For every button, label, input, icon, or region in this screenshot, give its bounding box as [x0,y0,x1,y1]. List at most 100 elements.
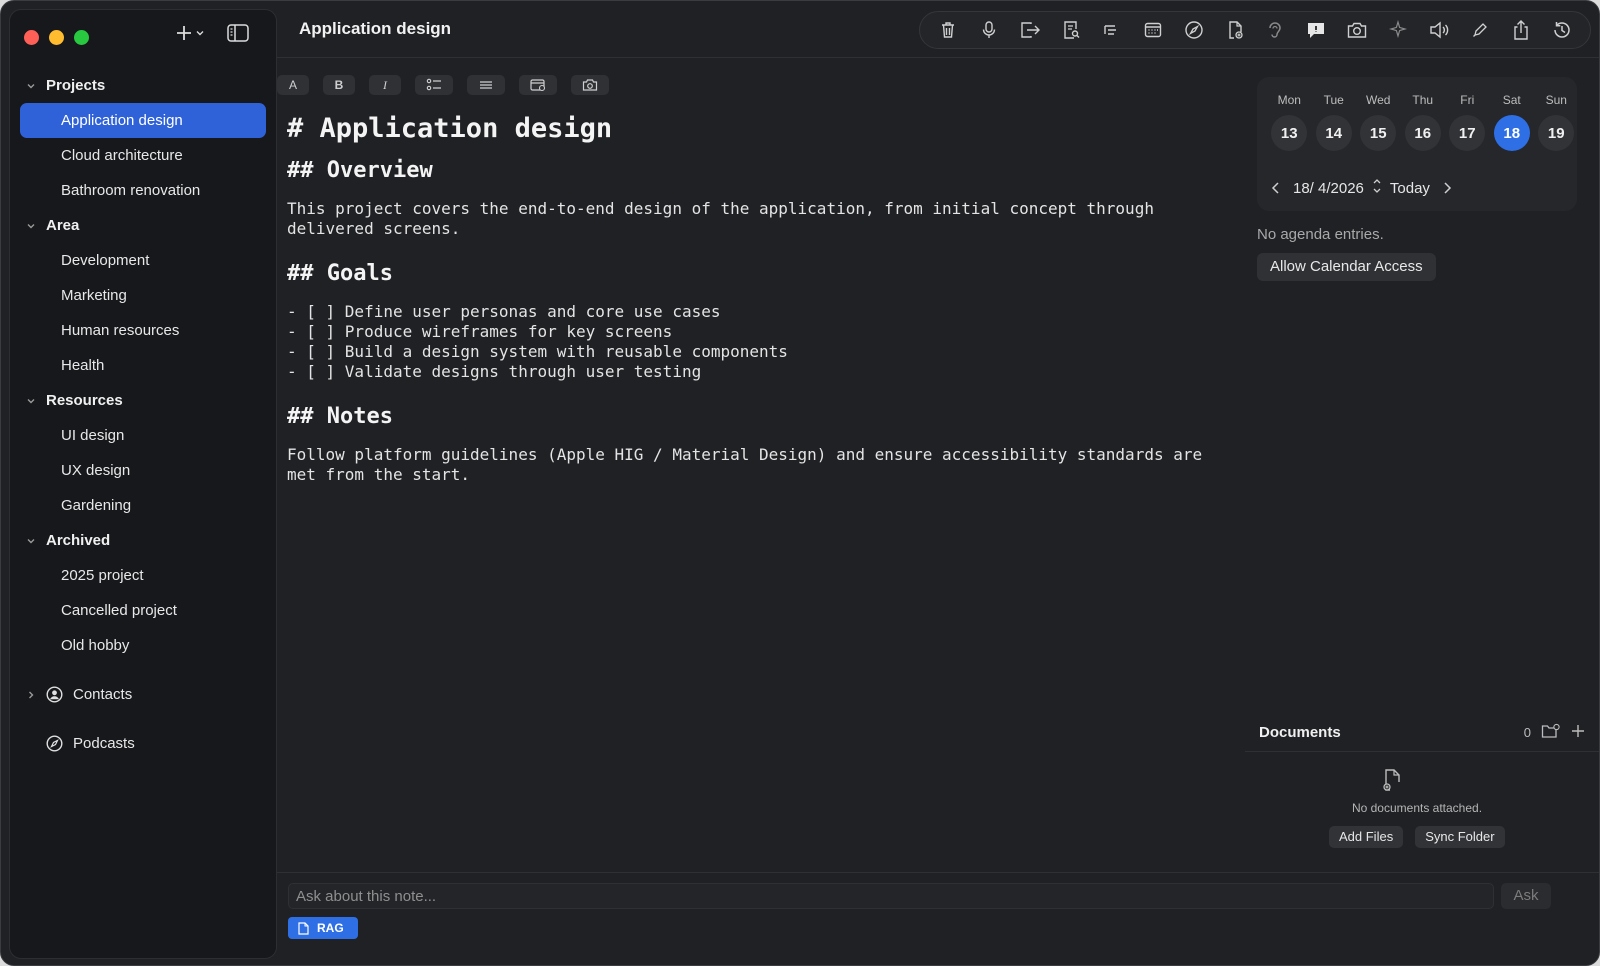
day-date-selected[interactable]: 18 [1493,115,1530,151]
day-tue[interactable]: Tue 14 [1312,93,1357,151]
sidebar-item-development[interactable]: Development [20,243,266,278]
add-document-button[interactable] [1222,17,1248,43]
sidebar-item-podcasts[interactable]: Podcasts [10,726,276,761]
today-button[interactable]: Today [1390,180,1430,197]
camera-icon [582,79,598,91]
no-agenda-text: No agenda entries. [1257,226,1384,243]
day-date[interactable]: 19 [1538,115,1575,151]
format-bar: A B I [277,75,609,95]
day-thu[interactable]: Thu 16 [1401,93,1446,151]
sidebar-item-contacts[interactable]: Contacts [10,677,276,712]
document-search-button[interactable] [1058,17,1084,43]
sync-folder-icon-button[interactable] [1541,723,1561,742]
chat-icon [1308,23,1325,38]
annotate-button[interactable] [1467,17,1493,43]
documents-actions: Add Files Sync Folder [1329,826,1505,848]
day-date[interactable]: 15 [1360,115,1397,151]
day-date[interactable]: 13 [1271,115,1308,151]
navigate-button[interactable] [1181,17,1207,43]
day-sat[interactable]: Sat 18 [1490,93,1535,151]
documents-header: Documents 0 [1259,723,1585,742]
share-button[interactable] [1508,17,1534,43]
allow-calendar-access-button[interactable]: Allow Calendar Access [1257,253,1436,281]
sidebar-item-ux-design[interactable]: UX design [20,453,266,488]
group-archived[interactable]: Archived [10,523,276,558]
export-icon [1021,22,1041,38]
text-style-button[interactable]: A [277,75,309,95]
zoom-window-button[interactable] [74,30,89,45]
italic-button[interactable]: I [369,75,401,95]
sidebar-item-bathroom-renovation[interactable]: Bathroom renovation [20,173,266,208]
previous-day-button[interactable] [1267,181,1285,195]
day-date[interactable]: 16 [1404,115,1441,151]
export-button[interactable] [1017,17,1043,43]
day-fri[interactable]: Fri 17 [1445,93,1490,151]
add-document-plus-button[interactable] [1571,724,1585,741]
outline-button[interactable] [1099,17,1125,43]
sidebar-item-health[interactable]: Health [20,348,266,383]
date-field[interactable]: 18/ 4/2026 [1293,180,1364,197]
new-item-menu-button[interactable] [176,25,205,41]
history-button[interactable] [1549,17,1575,43]
toggle-sidebar-button[interactable] [227,24,249,42]
compass-icon [1184,21,1203,39]
day-name: Sat [1502,93,1521,107]
day-name: Sun [1545,93,1567,107]
folder-sync-icon [1541,723,1560,738]
date-stepper[interactable] [1372,177,1382,199]
calendar-button[interactable] [1140,17,1166,43]
ear-icon [1269,22,1282,38]
sidebar-item-cancelled-project[interactable]: Cancelled project [20,593,266,628]
listen-button[interactable] [1262,17,1288,43]
sidebar-item-old-hobby[interactable]: Old hobby [20,628,266,663]
sidebar-item-gardening[interactable]: Gardening [20,488,266,523]
day-date[interactable]: 17 [1449,115,1486,151]
person-circle-icon [46,686,63,703]
window-controls [24,30,89,45]
stepper-icon [1373,179,1381,193]
sidebar-item-human-resources[interactable]: Human resources [20,313,266,348]
ask-button[interactable]: Ask [1501,883,1551,909]
add-files-button[interactable]: Add Files [1329,826,1404,848]
no-documents-text: No documents attached. [1351,801,1483,815]
day-wed[interactable]: Wed 15 [1356,93,1401,151]
delete-button[interactable] [935,17,961,43]
sidebar-item-marketing[interactable]: Marketing [20,278,266,313]
bold-button[interactable]: B [323,75,355,95]
minimize-window-button[interactable] [49,30,64,45]
close-window-button[interactable] [24,30,39,45]
insert-photo-button[interactable] [571,75,609,95]
sidebar-item-cloud-architecture[interactable]: Cloud architecture [20,138,266,173]
next-day-button[interactable] [1438,181,1456,195]
list-button[interactable] [467,75,505,95]
ai-button[interactable] [1385,17,1411,43]
group-title: Area [46,217,80,234]
microphone-icon [983,21,996,38]
rag-toggle[interactable]: RAG [288,917,358,939]
note-editor[interactable]: # Application design ## Overview This pr… [287,113,1227,485]
day-sun[interactable]: Sun 19 [1534,93,1579,151]
group-resources[interactable]: Resources [10,383,276,418]
app-window: Projects Application design Cloud archit… [0,0,1600,966]
day-mon[interactable]: Mon 13 [1267,93,1312,151]
sidebar-item-ui-design[interactable]: UI design [20,418,266,453]
camera-button[interactable] [1344,17,1370,43]
day-name: Thu [1412,93,1434,107]
dictate-button[interactable] [976,17,1002,43]
group-area[interactable]: Area [10,208,276,243]
sidebar-item-2025-project[interactable]: 2025 project [20,558,266,593]
sidebar-item-application-design[interactable]: Application design [20,103,266,138]
add-document-icon [1381,767,1403,798]
day-name: Fri [1460,93,1475,107]
day-date[interactable]: 14 [1315,115,1352,151]
overview-paragraph: This project covers the end-to-end desig… [287,199,1154,238]
goal-item: - [ ] Validate designs through user test… [287,362,702,381]
sync-folder-button[interactable]: Sync Folder [1415,826,1505,848]
group-projects[interactable]: Projects [10,68,276,103]
table-button[interactable] [519,75,557,95]
ask-input[interactable] [288,883,1494,909]
checklist-button[interactable] [415,75,453,95]
chat-button[interactable] [1303,17,1329,43]
read-aloud-button[interactable] [1426,17,1452,43]
chevron-down-icon [26,536,38,546]
